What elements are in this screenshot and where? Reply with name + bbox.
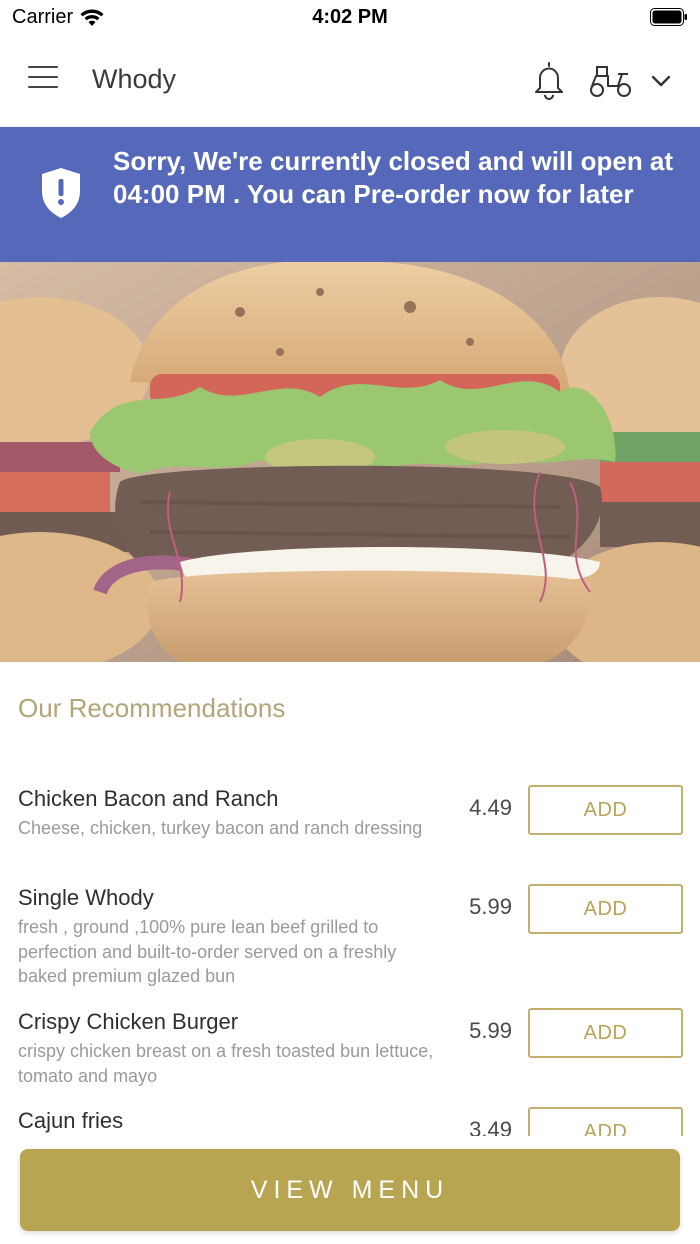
closed-notice-banner: Sorry, We're currently closed and will o… [0,127,700,262]
shield-alert-icon [42,168,80,218]
item-price: 5.99 [469,1018,512,1043]
battery-icon [650,8,687,26]
recommendations-list: Chicken Bacon and Ranch Cheese, chicken,… [0,780,700,1136]
item-description: fresh , ground ,100% pure lean beef gril… [18,917,397,986]
item-description: Cheese, chicken, turkey bacon and ranch … [18,818,423,838]
add-button[interactable]: ADD [528,785,683,835]
add-button[interactable]: ADD [528,1107,683,1136]
status-bar: Carrier 4:02 PM [0,0,700,34]
app-header: Whody [0,34,700,127]
scooter-delivery-icon[interactable] [588,64,634,98]
view-menu-button[interactable]: VIEW MENU [20,1149,680,1231]
item-name: Crispy Chicken Burger [18,1009,239,1034]
app-title: Whody [92,64,177,94]
recommendations-title: Our Recommendations [18,693,286,723]
chevron-down-icon[interactable] [648,68,674,94]
add-button[interactable]: ADD [528,884,683,934]
item-name: Cajun fries [18,1108,124,1133]
burger-photo [0,262,700,662]
item-description: crispy chicken breast on a fresh toasted… [18,1041,434,1086]
closed-notice-message: Sorry, We're currently closed and will o… [113,146,674,209]
add-button[interactable]: ADD [528,1008,683,1058]
hamburger-menu-icon[interactable] [28,66,62,94]
item-name: Single Whody [18,885,154,910]
item-name: Chicken Bacon and Ranch [18,786,279,811]
item-price: 3.49 [469,1117,512,1136]
bell-icon[interactable] [532,60,566,100]
item-price: 4.49 [469,795,512,820]
item-price: 5.99 [469,894,512,919]
status-time: 4:02 PM [312,6,388,28]
